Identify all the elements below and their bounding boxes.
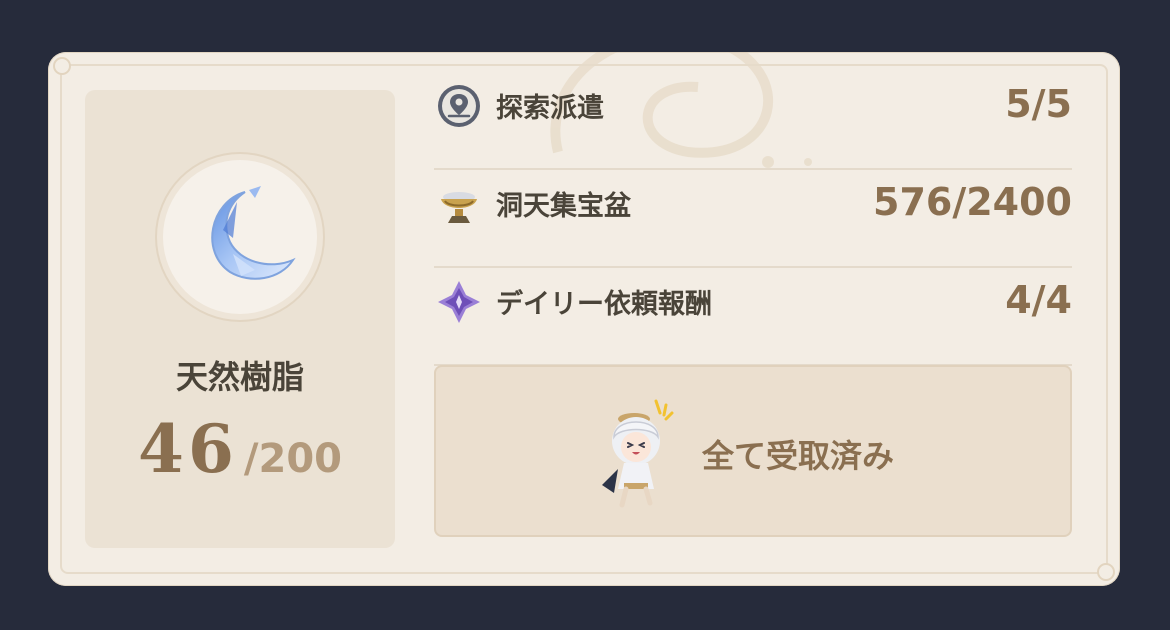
resin-icon-frame bbox=[163, 160, 317, 314]
expedition-map-pin-icon bbox=[438, 85, 480, 127]
claim-all-label: 全て受取済み bbox=[702, 437, 895, 475]
row-value: 576/2400 bbox=[873, 180, 1072, 224]
serenitea-treasure-bowl-icon bbox=[441, 192, 477, 223]
daily-note-card: 天然樹脂 46/200 探索派遣 5/5 洞天集宝盆 576/2400 デイリー… bbox=[48, 52, 1120, 586]
row-daily-commission: デイリー依頼報酬 4/4 bbox=[434, 268, 1072, 366]
resin-max-value: /200 bbox=[243, 436, 342, 482]
row-treasure-bowl: 洞天集宝盆 576/2400 bbox=[434, 170, 1072, 268]
row-label: デイリー依頼報酬 bbox=[496, 289, 712, 320]
resin-name: 天然樹脂 bbox=[175, 358, 304, 396]
resin-current-value: 46 bbox=[138, 410, 238, 488]
row-expedition: 探索派遣 5/5 bbox=[434, 72, 1072, 170]
claim-all-button[interactable]: 全て受取済み bbox=[434, 365, 1072, 537]
row-value: 4/4 bbox=[1005, 278, 1072, 322]
row-label: 洞天集宝盆 bbox=[496, 191, 631, 222]
daily-commission-star-icon bbox=[438, 281, 480, 323]
row-value: 5/5 bbox=[1005, 82, 1072, 126]
resin-panel: 天然樹脂 46/200 bbox=[85, 90, 395, 548]
row-label: 探索派遣 bbox=[496, 93, 604, 124]
resin-count: 46/200 bbox=[85, 410, 395, 488]
paimon-mascot-icon bbox=[602, 399, 674, 508]
stats-list: 探索派遣 5/5 洞天集宝盆 576/2400 デイリー依頼報酬 4/4 bbox=[434, 72, 1072, 366]
fragile-resin-crescent-icon bbox=[211, 186, 296, 280]
